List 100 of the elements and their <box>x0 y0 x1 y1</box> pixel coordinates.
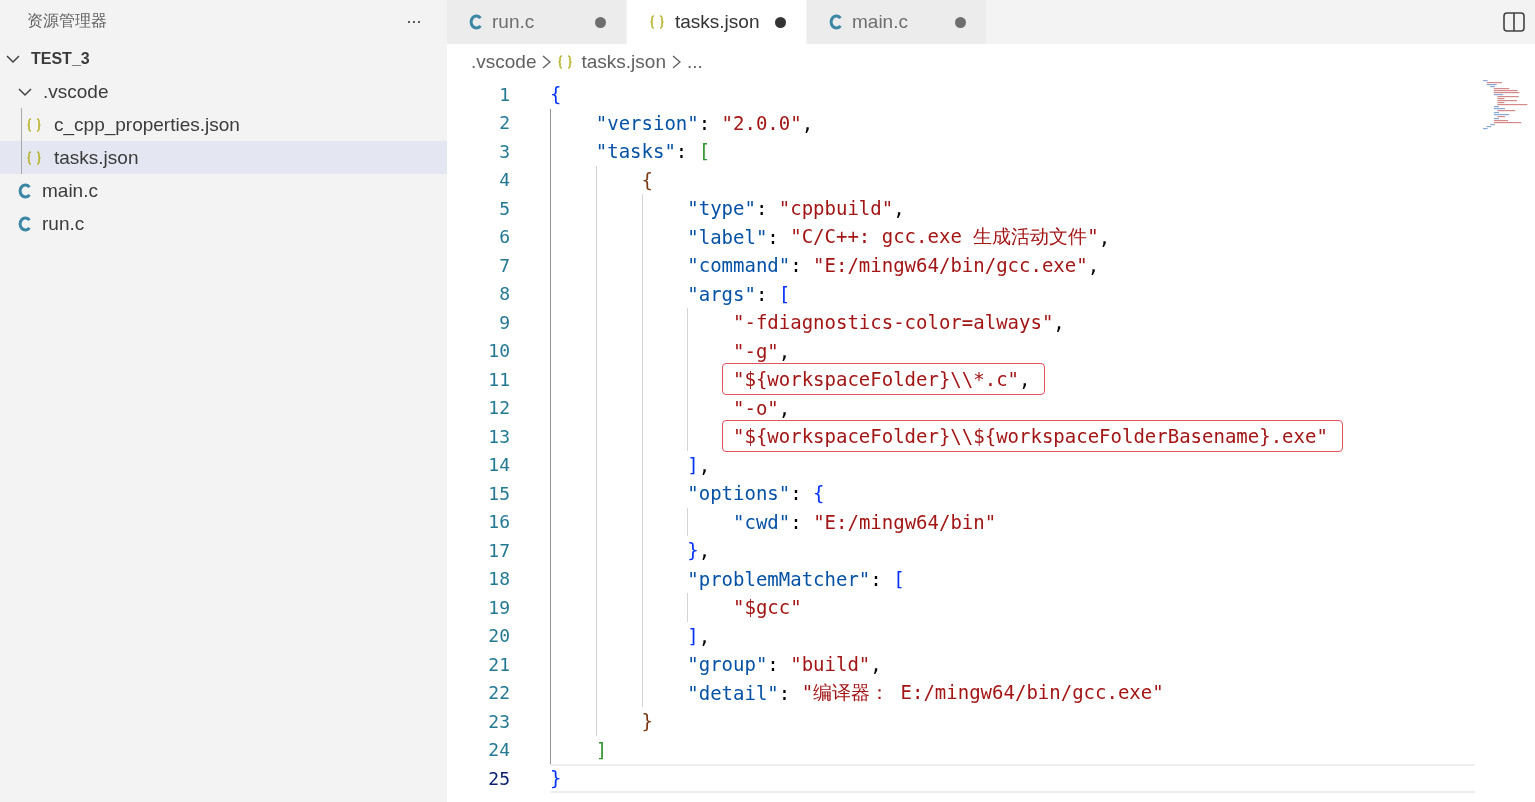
string-value: "cppbuild" <box>778 197 894 220</box>
punctuation: , <box>1053 311 1065 334</box>
line-number: 17 <box>487 539 511 561</box>
punctuation: , <box>698 624 711 647</box>
json-key: "command" <box>687 254 791 277</box>
line-number: 1 <box>498 83 511 105</box>
punctuation: : <box>755 282 769 305</box>
line-number: 13 <box>487 425 511 447</box>
editor-tab[interactable]: main.c <box>807 0 987 44</box>
line-number: 3 <box>498 140 511 162</box>
punctuation: , <box>698 539 711 562</box>
bracket: { <box>550 83 562 106</box>
punctuation: , <box>778 339 791 362</box>
tree-item[interactable]: TEST_3 <box>0 42 447 75</box>
line-number: 11 <box>487 368 511 390</box>
breadcrumb-item[interactable]: ... <box>686 51 703 73</box>
tree-item[interactable]: run.c <box>0 207 447 240</box>
punctuation: : <box>870 567 883 590</box>
bracket: ] <box>595 738 608 761</box>
breadcrumb-item[interactable]: tasks.json <box>557 51 666 73</box>
string-value: "2.0.0" <box>721 111 802 134</box>
editor-tab[interactable]: tasks.json <box>627 0 807 44</box>
editor-tab[interactable]: run.c <box>447 0 627 44</box>
braces-icon <box>26 116 42 133</box>
line-number: 15 <box>487 482 511 504</box>
json-key: "problemMatcher" <box>687 567 871 590</box>
line-number: 2 <box>498 112 511 134</box>
punctuation: : <box>767 225 780 248</box>
punctuation: , <box>698 453 711 476</box>
punctuation: , <box>1087 254 1100 277</box>
line-number: 21 <box>487 653 511 675</box>
more-actions-button[interactable]: ··· <box>406 10 421 32</box>
c-file-icon <box>18 215 31 232</box>
tree-item[interactable]: tasks.json <box>0 141 447 174</box>
bracket: } <box>641 710 653 733</box>
bracket: [ <box>698 140 711 163</box>
tree-item[interactable]: .vscode <box>0 75 447 108</box>
json-key: "options" <box>687 482 791 505</box>
string-value: "${workspaceFolder}\\${workspaceFolderBasename}.exe" <box>733 425 1328 448</box>
json-key: "version" <box>595 111 699 134</box>
string-value: "-g" <box>733 339 779 362</box>
line-number: 12 <box>487 397 511 419</box>
punctuation: : <box>778 681 792 704</box>
line-number: 22 <box>487 682 511 704</box>
tree-item[interactable]: c_cpp_properties.json <box>0 108 447 141</box>
chevron-right-icon <box>671 55 681 69</box>
line-number: 23 <box>487 710 511 732</box>
string-value: "$gcc" <box>733 596 802 619</box>
punctuation: , <box>870 653 882 676</box>
bracket: ] <box>687 453 699 476</box>
punctuation: : <box>755 197 769 220</box>
split-editor-icon[interactable] <box>1503 12 1525 32</box>
punctuation: : <box>767 653 780 676</box>
string-value: "${workspaceFolder}\\*.c" <box>733 368 1019 391</box>
line-number: 8 <box>498 283 511 305</box>
line-number: 5 <box>498 197 511 219</box>
tree-item[interactable]: main.c <box>0 174 447 207</box>
json-key: "group" <box>687 653 768 676</box>
line-number: 6 <box>498 226 511 248</box>
string-value: "build" <box>790 653 871 676</box>
line-number: 10 <box>487 340 511 362</box>
line-number: 4 <box>498 169 511 191</box>
json-key: "args" <box>687 282 756 305</box>
punctuation: , <box>893 197 905 220</box>
braces-icon <box>557 54 574 70</box>
braces-icon <box>649 14 665 30</box>
line-number: 14 <box>487 454 511 476</box>
breadcrumb-item[interactable]: .vscode <box>471 51 537 73</box>
json-key: "label" <box>687 225 768 248</box>
string-value: "-fdiagnostics-color=always" <box>733 311 1054 334</box>
punctuation: : <box>790 482 803 505</box>
bracket: } <box>687 539 699 562</box>
bracket: } <box>550 767 562 790</box>
punctuation: : <box>675 140 689 163</box>
line-number: 24 <box>487 739 511 761</box>
string-value: "C/C++: gcc.exe 生成活动文件" <box>790 223 1099 249</box>
punctuation: , <box>1098 225 1111 248</box>
c-file-icon <box>18 182 31 199</box>
braces-icon <box>26 149 42 166</box>
bracket: { <box>813 482 825 505</box>
bracket: [ <box>893 567 905 590</box>
punctuation: : <box>790 254 803 277</box>
explorer-title: 资源管理器 <box>27 10 107 31</box>
string-value: "E:/mingw64/bin/gcc.exe" <box>813 254 1088 277</box>
bracket: { <box>641 168 653 191</box>
bracket: [ <box>778 282 791 305</box>
c-file-icon <box>469 14 482 30</box>
json-key: "cwd" <box>733 510 791 533</box>
chevron-right-icon <box>542 55 552 69</box>
string-value: "-o" <box>733 396 779 419</box>
string-value: "E:/mingw64/bin" <box>813 510 997 533</box>
bracket: ] <box>687 624 699 647</box>
line-number: 25 <box>487 767 511 789</box>
string-value: "编译器： E:/mingw64/bin/gcc.exe" <box>801 679 1164 705</box>
punctuation: : <box>698 111 712 134</box>
punctuation: , <box>1019 368 1031 391</box>
punctuation: , <box>801 111 814 134</box>
line-number: 7 <box>498 254 511 276</box>
line-number: 19 <box>487 596 511 618</box>
line-number: 9 <box>498 311 511 333</box>
